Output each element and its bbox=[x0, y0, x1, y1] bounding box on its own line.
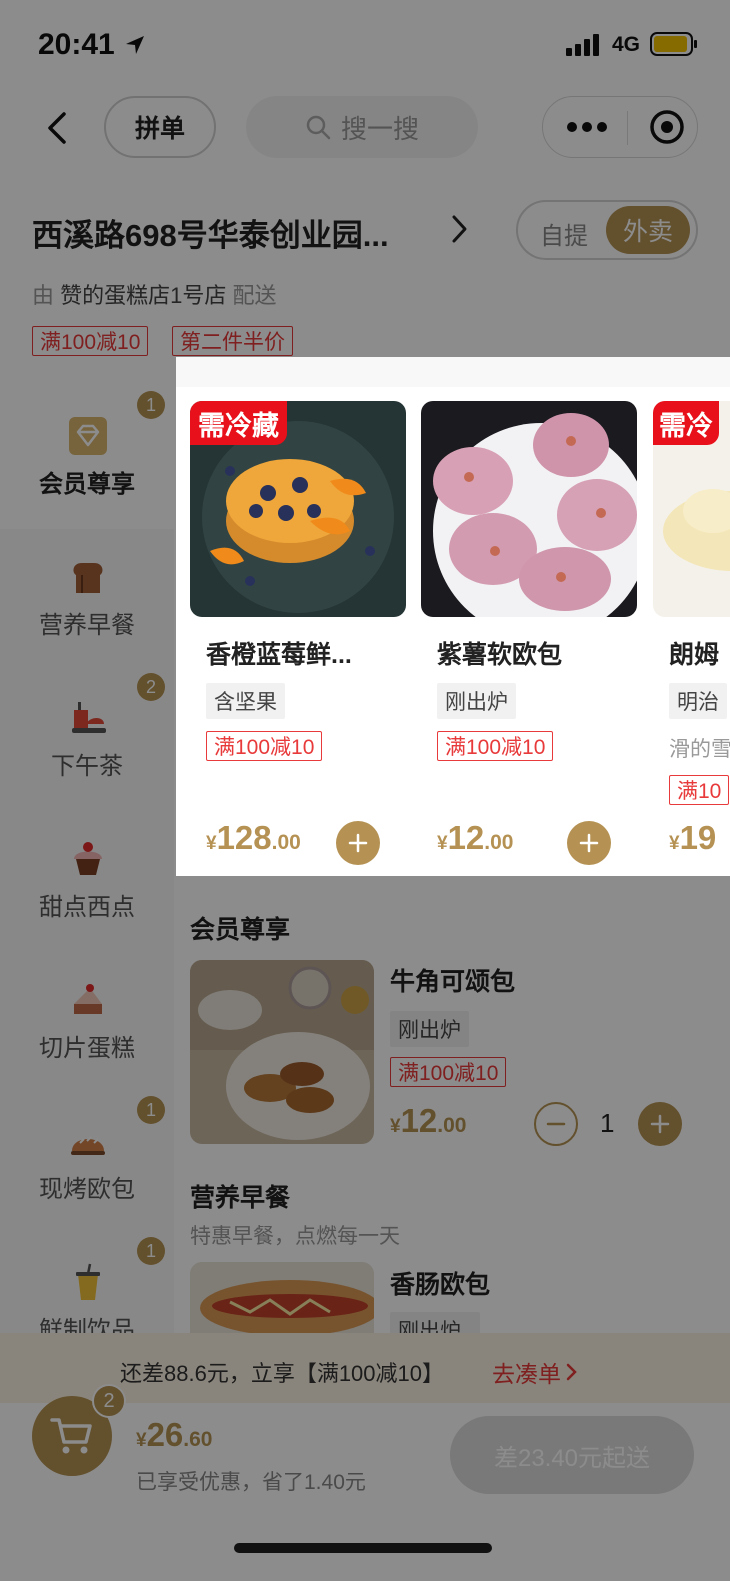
product-price: ¥19 bbox=[669, 819, 716, 857]
refrigerate-label: 需冷 bbox=[653, 401, 719, 445]
price-int: 12 bbox=[447, 819, 485, 856]
price-dec: .00 bbox=[484, 831, 514, 854]
promo-tag: 满100减10 bbox=[437, 731, 554, 761]
promo-tag: 满10 bbox=[669, 775, 730, 805]
recommend-card[interactable]: 紫薯软欧包 刚出炉 满100减10 ¥12.00 bbox=[421, 401, 637, 865]
price-dec: .00 bbox=[271, 831, 301, 854]
price-int: 128 bbox=[216, 819, 272, 856]
product-image[interactable]: 需冷藏 bbox=[190, 401, 406, 617]
product-name: 朗姆 bbox=[669, 641, 720, 669]
product-desc: 滑的雪 bbox=[669, 738, 730, 761]
product-image[interactable] bbox=[421, 401, 637, 617]
refrigerate-label: 需冷藏 bbox=[190, 401, 287, 445]
purple-potato-bread-photo bbox=[421, 401, 637, 617]
recommend-card[interactable]: 需冷藏 香橙蓝莓鲜... 含坚果 满100减10 ¥128.00 bbox=[190, 401, 406, 865]
product-chip: 含坚果 bbox=[206, 683, 285, 719]
plus-icon bbox=[579, 833, 599, 853]
promo-tag: 满100减10 bbox=[206, 731, 323, 761]
product-price: ¥128.00 bbox=[206, 819, 301, 857]
recommend-card[interactable]: 需冷 朗姆 明治 滑的雪 满10 ¥19 bbox=[653, 401, 730, 861]
product-image[interactable]: 需冷 bbox=[653, 401, 730, 617]
product-chip: 刚出炉 bbox=[437, 683, 516, 719]
product-price: ¥12.00 bbox=[437, 819, 514, 857]
add-to-cart-button[interactable] bbox=[336, 821, 380, 865]
price-int: 19 bbox=[679, 819, 717, 856]
product-name: 紫薯软欧包 bbox=[437, 641, 563, 669]
popup-header bbox=[176, 357, 730, 387]
product-name: 香橙蓝莓鲜... bbox=[206, 641, 352, 669]
product-chip: 明治 bbox=[669, 683, 727, 719]
currency: ¥ bbox=[437, 833, 448, 854]
currency: ¥ bbox=[206, 833, 217, 854]
home-indicator bbox=[234, 1543, 492, 1553]
currency: ¥ bbox=[669, 833, 680, 854]
recommend-popup: 需冷藏 香橙蓝莓鲜... 含坚果 满100减10 ¥128.00 紫薯软欧包 刚… bbox=[176, 357, 730, 876]
plus-icon bbox=[348, 833, 368, 853]
add-to-cart-button[interactable] bbox=[567, 821, 611, 865]
